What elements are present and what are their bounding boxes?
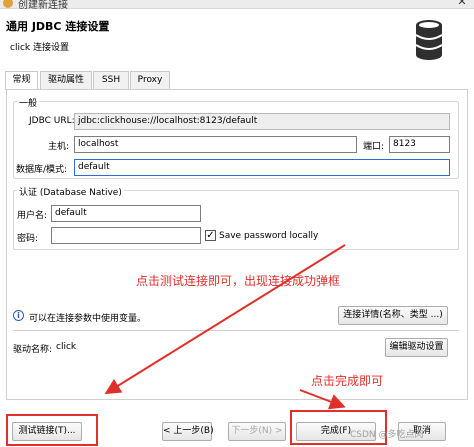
host-label: 主机: xyxy=(48,142,70,152)
driver-name-label: 驱动名称: xyxy=(13,345,53,355)
window-titlebar: 创建新连接 ✕ xyxy=(0,0,474,11)
test-highlight-box xyxy=(6,414,98,446)
finish-annotation: 点击完成即可 xyxy=(311,374,384,388)
database-icon xyxy=(415,20,443,60)
tab-ssh[interactable]: SSH xyxy=(93,71,129,89)
jdbc-url-label: JDBC URL: xyxy=(29,116,75,126)
back-button[interactable]: < 上一步(B) xyxy=(162,422,214,441)
jdbc-url-field[interactable]: jdbc:clickhouse://localhost:8123/default xyxy=(74,113,450,130)
auth-group-legend: 认证 (Database Native) xyxy=(17,185,124,198)
username-label: 用户名: xyxy=(17,211,48,221)
database-field[interactable]: default xyxy=(74,159,450,176)
tab-driver-properties[interactable]: 驱动属性 xyxy=(40,71,92,89)
edit-driver-button[interactable]: 编辑驱动设置 xyxy=(385,338,448,357)
app-icon xyxy=(3,0,13,8)
save-password-checkbox[interactable]: ✓ xyxy=(205,230,216,241)
dialog-title: 通用 JDBC 连接设置 xyxy=(6,20,110,33)
close-icon[interactable]: ✕ xyxy=(456,0,468,8)
port-label: 端口: xyxy=(363,142,385,152)
tab-content-general: 一般 JDBC URL: jdbc:clickhouse://localhost… xyxy=(6,89,468,400)
variables-info-text: 可以在连接参数中使用变量。 xyxy=(29,314,147,324)
save-password-label: Save password locally xyxy=(219,231,319,241)
driver-name-value: click xyxy=(56,342,77,352)
test-annotation: 点击测试连接即可，出现连接成功弹框 xyxy=(136,274,341,288)
port-field[interactable]: 8123 xyxy=(389,136,450,153)
dialog-subtitle: click 连接设置 xyxy=(10,43,69,53)
database-label: 数据库/模式: xyxy=(16,165,68,175)
connection-details-button[interactable]: 连接详情(名称、类型 ...) xyxy=(338,306,448,325)
tab-proxy[interactable]: Proxy xyxy=(130,71,170,89)
password-field[interactable] xyxy=(51,227,201,244)
watermark: CSDN @多吃点肉 xyxy=(350,430,424,440)
separator xyxy=(13,330,459,331)
general-group-legend: 一般 xyxy=(17,96,40,109)
username-field[interactable]: default xyxy=(51,205,201,222)
info-icon: i xyxy=(13,310,24,321)
tab-general[interactable]: 常规 xyxy=(5,71,38,90)
host-field[interactable]: localhost xyxy=(74,136,357,153)
password-label: 密码: xyxy=(17,234,39,244)
next-button[interactable]: 下一步(N) > xyxy=(228,422,286,441)
dialog-header: 通用 JDBC 连接设置 click 连接设置 xyxy=(0,9,474,65)
